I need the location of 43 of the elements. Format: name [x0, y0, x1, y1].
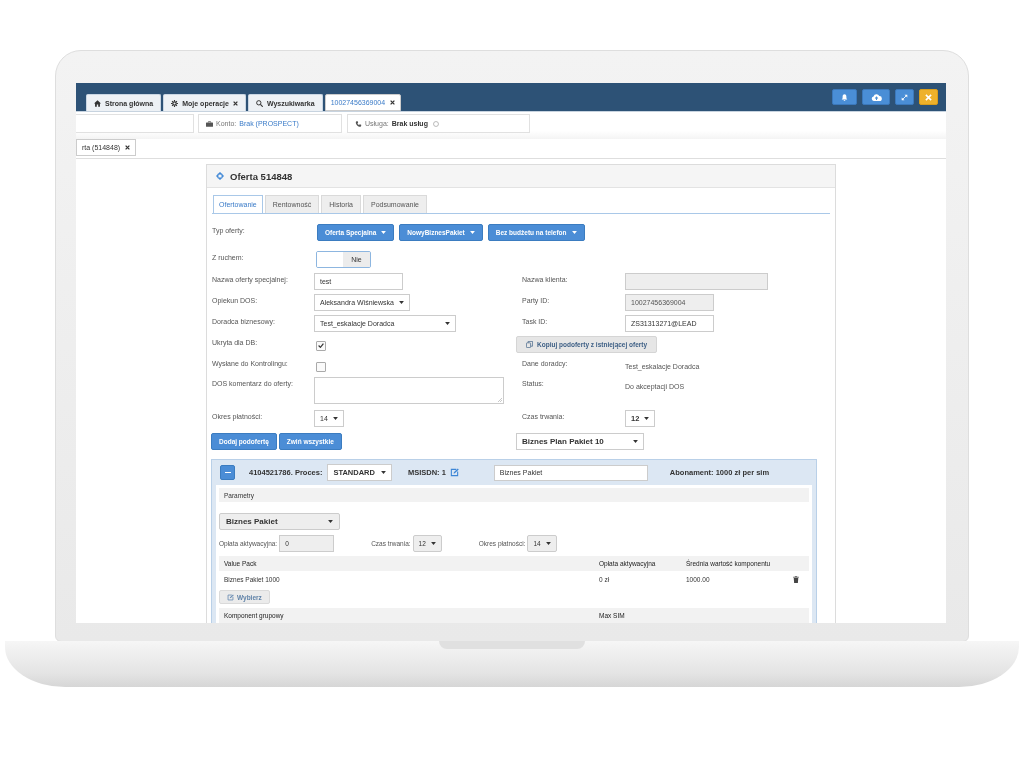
expand-icon	[901, 93, 908, 101]
collapse-button[interactable]	[220, 465, 235, 480]
bell-icon	[841, 93, 848, 101]
caret-icon	[398, 301, 404, 304]
dropdown[interactable]: Biznes Plan Pakiet 10	[516, 433, 644, 450]
caret-icon	[545, 542, 551, 545]
copy-icon	[526, 341, 533, 348]
caret-icon	[380, 471, 386, 474]
close-icon[interactable]	[232, 100, 238, 106]
panel-title: Oferta 514848	[230, 170, 293, 182]
upload-button[interactable]	[862, 89, 890, 105]
crosshair-icon	[216, 172, 224, 180]
caret-icon	[332, 417, 338, 420]
fullscreen-button[interactable]	[895, 89, 914, 105]
dropdown[interactable]: Biznes Pakiet	[219, 513, 340, 530]
caret-icon	[469, 231, 475, 234]
tick-icon	[318, 343, 324, 348]
circle-icon	[432, 120, 439, 127]
close-icon[interactable]	[125, 145, 131, 150]
cloud-upload-icon	[870, 93, 882, 101]
caret-icon	[328, 520, 333, 523]
caret-icon	[381, 231, 387, 234]
notifications-button[interactable]	[832, 89, 857, 105]
close-icon[interactable]	[390, 100, 396, 105]
trash-icon[interactable]	[793, 576, 799, 583]
checkbox[interactable]	[316, 361, 326, 372]
phone-icon	[355, 120, 362, 127]
home-icon	[94, 99, 101, 107]
caret-icon	[571, 231, 577, 234]
briefcase-icon	[206, 120, 213, 127]
close-button[interactable]	[919, 89, 938, 105]
minus-icon	[224, 471, 231, 474]
caret-icon	[430, 542, 436, 545]
caret-icon	[644, 417, 650, 420]
edit-icon	[227, 593, 234, 601]
resize-grip-icon	[498, 398, 502, 402]
caret-icon	[633, 440, 638, 443]
caret-icon	[445, 322, 450, 325]
gear-icon	[171, 99, 179, 107]
checkbox[interactable]	[316, 340, 326, 351]
edit-icon[interactable]	[449, 468, 459, 477]
close-icon	[925, 93, 932, 101]
search-icon	[255, 99, 263, 107]
